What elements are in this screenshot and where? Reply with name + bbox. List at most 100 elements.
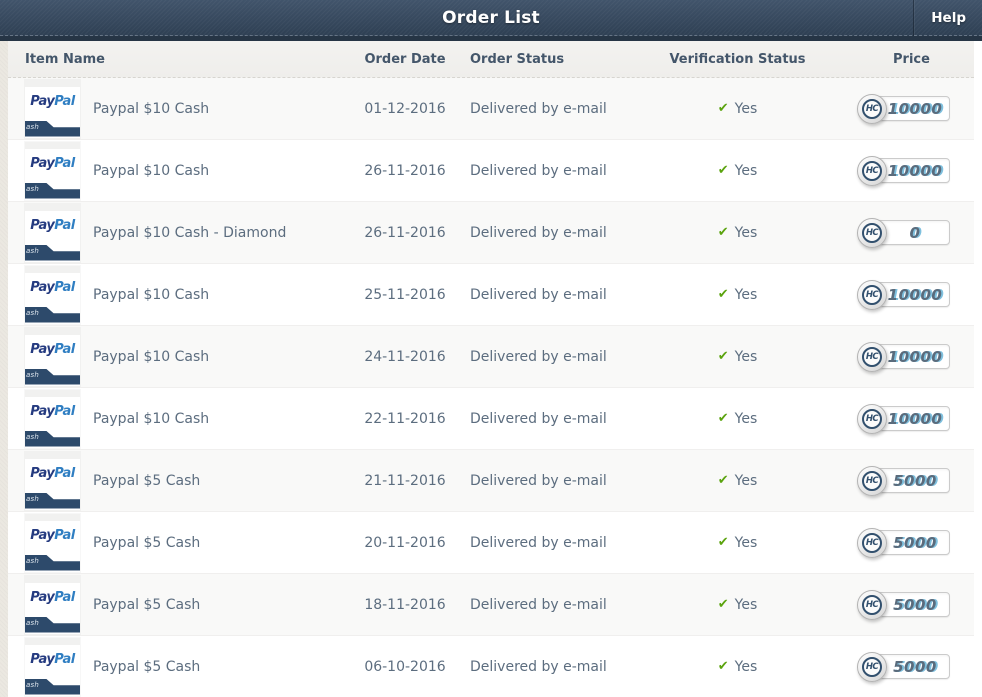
verification-status: ✔ Yes <box>640 597 835 613</box>
price-cell: HC 5000 <box>835 527 974 558</box>
item-name: Paypal $5 Cash <box>93 472 201 489</box>
price-badge: HC 0 <box>857 217 950 248</box>
thumbnail-top-band <box>25 637 80 645</box>
price-value: 10000 <box>887 161 943 180</box>
paypal-logo: PayPal <box>30 589 75 605</box>
item-cell: PayPal ash Paypal $5 Cash <box>8 637 350 696</box>
order-status: Delivered by e-mail <box>470 472 607 489</box>
verification-status: ✔ Yes <box>640 349 835 365</box>
order-date: 26-11-2016 <box>364 224 446 241</box>
help-button[interactable]: Help <box>913 0 982 36</box>
table-row[interactable]: PayPal ash Paypal $10 Cash 22-11-2016 De… <box>8 388 974 450</box>
thumbnail-top-band <box>25 265 80 273</box>
price-cell: HC 10000 <box>835 155 974 186</box>
checkmark-icon: ✔ <box>717 287 729 302</box>
verification-status: ✔ Yes <box>640 473 835 489</box>
item-cell: PayPal ash Paypal $10 Cash - Diamond <box>8 203 350 262</box>
verification-status: ✔ Yes <box>640 287 835 303</box>
hc-coin-icon: HC <box>857 651 887 682</box>
thumbnail-top-band <box>25 451 80 459</box>
item-name: Paypal $10 Cash <box>93 162 210 179</box>
item-cell: PayPal ash Paypal $10 Cash <box>8 389 350 448</box>
price-cell: HC 5000 <box>835 651 974 682</box>
table-row[interactable]: PayPal ash Paypal $10 Cash 26-11-2016 De… <box>8 140 974 202</box>
price-value: 10000 <box>887 409 943 428</box>
hc-coin-icon: HC <box>857 341 887 372</box>
paypal-thumbnail-image: PayPal ash <box>25 575 80 634</box>
price-badge: HC 10000 <box>857 279 950 310</box>
hc-coin-icon: HC <box>857 403 887 434</box>
price-value: 5000 <box>893 595 937 614</box>
thumbnail-top-band <box>25 513 80 521</box>
price-badge: HC 10000 <box>857 155 950 186</box>
table-row[interactable]: PayPal ash Paypal $10 Cash - Diamond 26-… <box>8 202 974 264</box>
verification-status: ✔ Yes <box>640 225 835 241</box>
verification-status: ✔ Yes <box>640 163 835 179</box>
item-cell: PayPal ash Paypal $5 Cash <box>8 575 350 634</box>
order-table: Item Name Order Date Order Status Verifi… <box>8 41 974 697</box>
item-cell: PayPal ash Paypal $10 Cash <box>8 265 350 324</box>
price-badge: HC 10000 <box>857 403 950 434</box>
page-left-margin <box>0 41 8 697</box>
verification-label: Yes <box>734 224 758 241</box>
paypal-thumbnail-image: PayPal ash <box>25 203 80 262</box>
thumbnail-ribbon: ash <box>25 306 80 323</box>
item-name: Paypal $5 Cash <box>93 596 201 613</box>
item-name: Paypal $5 Cash <box>93 534 201 551</box>
paypal-logo: PayPal <box>30 651 75 667</box>
price-badge: HC 5000 <box>857 465 950 496</box>
order-date: 21-11-2016 <box>364 472 446 489</box>
table-row[interactable]: PayPal ash Paypal $5 Cash 06-10-2016 Del… <box>8 636 974 697</box>
table-row[interactable]: PayPal ash Paypal $5 Cash 18-11-2016 Del… <box>8 574 974 636</box>
checkmark-icon: ✔ <box>717 535 729 550</box>
table-row[interactable]: PayPal ash Paypal $10 Cash 24-11-2016 De… <box>8 326 974 388</box>
thumbnail-ribbon: ash <box>25 554 80 571</box>
order-status: Delivered by e-mail <box>470 286 607 303</box>
thumbnail-ribbon: ash <box>25 182 80 199</box>
price-badge: HC 10000 <box>857 341 950 372</box>
column-header-item-name: Item Name <box>25 51 105 67</box>
order-status: Delivered by e-mail <box>470 348 607 365</box>
table-row[interactable]: PayPal ash Paypal $10 Cash 25-11-2016 De… <box>8 264 974 326</box>
price-badge: HC 5000 <box>857 527 950 558</box>
order-date: 01-12-2016 <box>364 100 446 117</box>
checkmark-icon: ✔ <box>717 597 729 612</box>
paypal-logo: PayPal <box>30 527 75 543</box>
checkmark-icon: ✔ <box>717 163 729 178</box>
order-status: Delivered by e-mail <box>470 224 607 241</box>
thumbnail-ribbon: ash <box>25 678 80 695</box>
price-value: 10000 <box>887 285 943 304</box>
paypal-thumbnail-image: PayPal ash <box>25 265 80 324</box>
thumbnail-ribbon: ash <box>25 120 80 137</box>
verification-label: Yes <box>734 348 758 365</box>
verification-status: ✔ Yes <box>640 101 835 117</box>
paypal-thumbnail-image: PayPal ash <box>25 513 80 572</box>
price-cell: HC 5000 <box>835 465 974 496</box>
price-cell: HC 10000 <box>835 341 974 372</box>
order-status: Delivered by e-mail <box>470 534 607 551</box>
item-cell: PayPal ash Paypal $10 Cash <box>8 141 350 200</box>
price-cell: HC 10000 <box>835 93 974 124</box>
thumbnail-top-band <box>25 79 80 87</box>
app-header: Order List Help <box>0 0 982 41</box>
table-row[interactable]: PayPal ash Paypal $5 Cash 21-11-2016 Del… <box>8 450 974 512</box>
price-badge: HC 5000 <box>857 651 950 682</box>
paypal-thumbnail-image: PayPal ash <box>25 637 80 696</box>
paypal-logo: PayPal <box>30 279 75 295</box>
checkmark-icon: ✔ <box>717 225 729 240</box>
paypal-thumbnail-image: PayPal ash <box>25 451 80 510</box>
verification-label: Yes <box>734 472 758 489</box>
verification-label: Yes <box>734 162 758 179</box>
paypal-logo: PayPal <box>30 465 75 481</box>
order-date: 24-11-2016 <box>364 348 446 365</box>
column-header-order-date: Order Date <box>364 51 446 67</box>
table-row[interactable]: PayPal ash Paypal $10 Cash 01-12-2016 De… <box>8 78 974 140</box>
price-cell: HC 0 <box>835 217 974 248</box>
paypal-logo: PayPal <box>30 403 75 419</box>
verification-label: Yes <box>734 658 758 675</box>
table-row[interactable]: PayPal ash Paypal $5 Cash 20-11-2016 Del… <box>8 512 974 574</box>
hc-coin-icon: HC <box>857 589 887 620</box>
column-header-price: Price <box>893 51 930 67</box>
order-date: 20-11-2016 <box>364 534 446 551</box>
item-name: Paypal $10 Cash - Diamond <box>93 224 287 241</box>
